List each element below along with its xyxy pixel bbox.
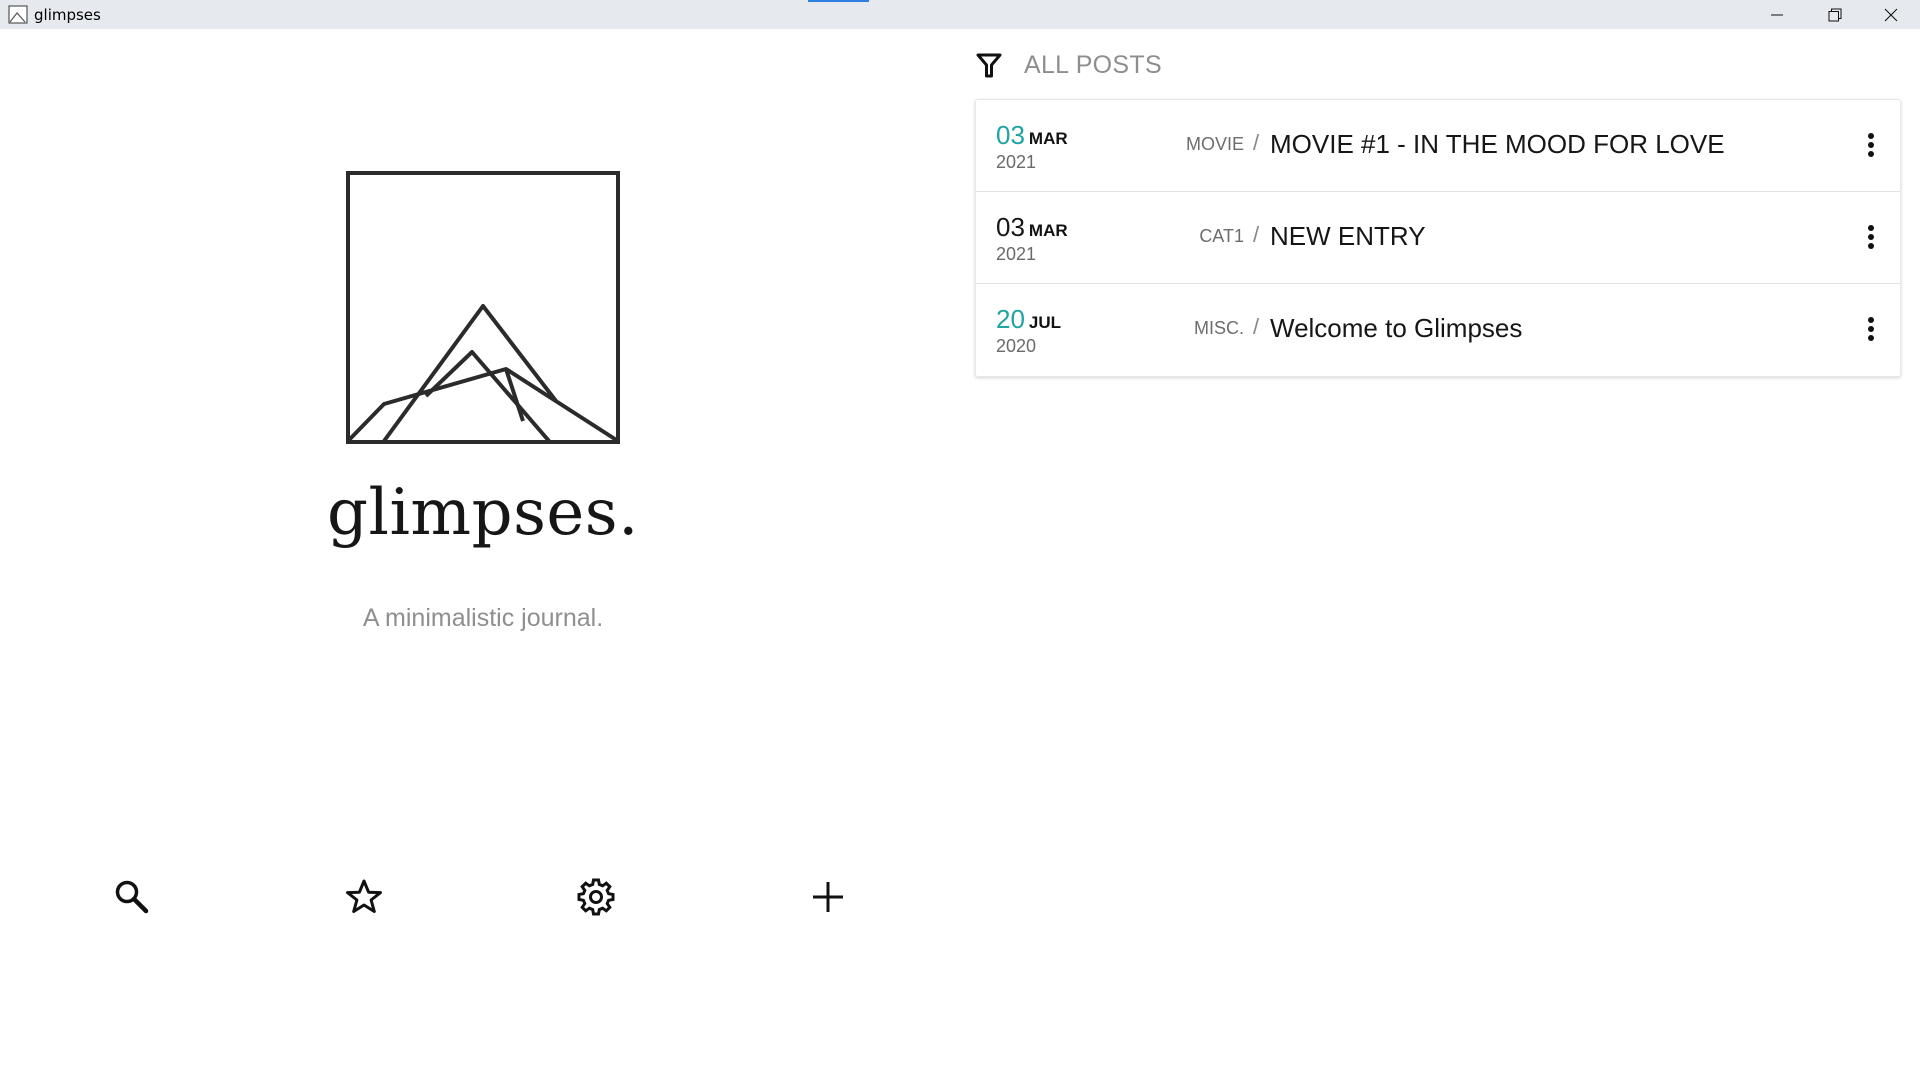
close-button[interactable] [1862,0,1920,29]
post-title: Welcome to Glimpses [1270,313,1523,343]
post-date: 03 MAR 2021 [996,212,1068,265]
post-more-button[interactable] [1854,122,1888,168]
post-date: 03 MAR 2021 [996,120,1068,173]
post-title: NEW ENTRY [1270,221,1426,251]
filter-dropdown[interactable]: ALL POSTS [972,46,1162,84]
favorites-button[interactable] [339,872,389,922]
post-date: 20 JUL 2020 [996,304,1061,357]
post-title: MOVIE #1 - IN THE MOOD FOR LOVE [1270,129,1725,159]
app-icon [8,5,28,24]
settings-button[interactable] [571,872,621,922]
filter-label: ALL POSTS [1024,50,1162,79]
titlebar-accent [808,0,869,2]
restore-button[interactable] [1806,0,1864,29]
app-logo [346,171,620,444]
posts-list: 03 MAR 2021 MOVIE / MOVIE #1 - IN THE MOO… [975,99,1901,377]
minimize-icon [1771,14,1783,15]
more-vertical-icon [1868,317,1874,341]
search-icon [115,880,149,914]
close-icon [1884,8,1898,21]
app-name: glimpses. [327,476,639,550]
star-icon [346,879,382,913]
app-tagline: A minimalistic journal. [362,604,604,632]
category-separator: / [1253,130,1260,155]
plus-icon [813,882,843,912]
post-year: 2021 [996,152,1037,172]
post-day: 20 [996,304,1025,334]
post-category: MOVIE [1185,134,1244,154]
post-row[interactable]: 20 JUL 2020 MISC. / Welcome to Glimpses [976,284,1900,376]
post-month: JUL [1028,313,1062,332]
post-year: 2020 [996,336,1037,356]
post-month: MAR [1028,129,1068,148]
post-category: CAT1 [1199,226,1244,246]
more-vertical-icon [1868,133,1874,157]
search-button[interactable] [107,872,157,922]
category-separator: / [1253,222,1260,247]
gear-icon [577,878,615,916]
category-separator: / [1253,314,1260,339]
post-more-button[interactable] [1854,214,1888,260]
post-day: 03 [996,120,1025,150]
more-vertical-icon [1868,225,1874,249]
post-more-button[interactable] [1854,306,1888,352]
post-row[interactable]: 03 MAR 2021 CAT1 / NEW ENTRY [976,192,1900,284]
restore-icon [1828,8,1842,21]
post-month: MAR [1028,221,1068,240]
window-titlebar: glimpses [0,0,1920,29]
minimize-button[interactable] [1748,0,1806,29]
post-category: MISC. [1193,318,1244,338]
filter-icon[interactable] [972,48,1006,82]
post-day: 03 [996,212,1025,242]
window-title: glimpses [34,6,101,24]
add-post-button[interactable] [803,872,853,922]
post-year: 2021 [996,244,1037,264]
post-row[interactable]: 03 MAR 2021 MOVIE / MOVIE #1 - IN THE MOO… [976,100,1900,192]
